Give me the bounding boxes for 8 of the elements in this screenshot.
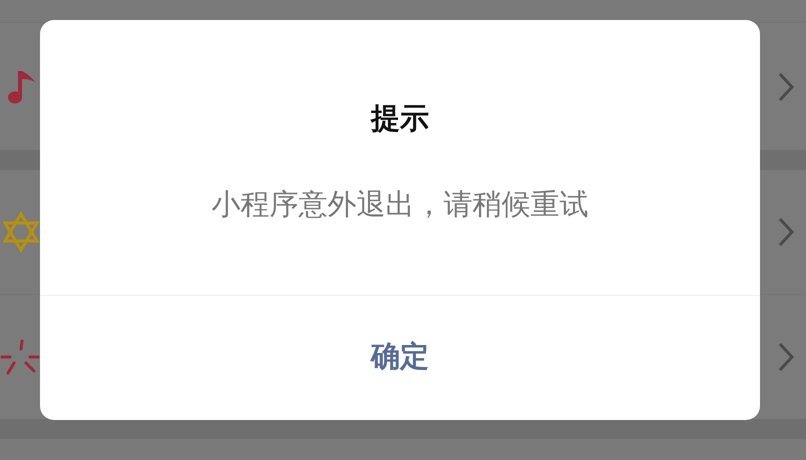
burst-icon: [0, 337, 40, 377]
chevron-right-icon: [778, 217, 794, 247]
star-icon: [0, 211, 42, 253]
confirm-button[interactable]: 确定: [40, 296, 760, 420]
dialog-title: 提示: [371, 102, 429, 137]
dialog-message: 小程序意外退出，请稍候重试: [212, 188, 588, 222]
chevron-right-icon: [778, 342, 794, 372]
chevron-right-icon: [778, 72, 794, 102]
